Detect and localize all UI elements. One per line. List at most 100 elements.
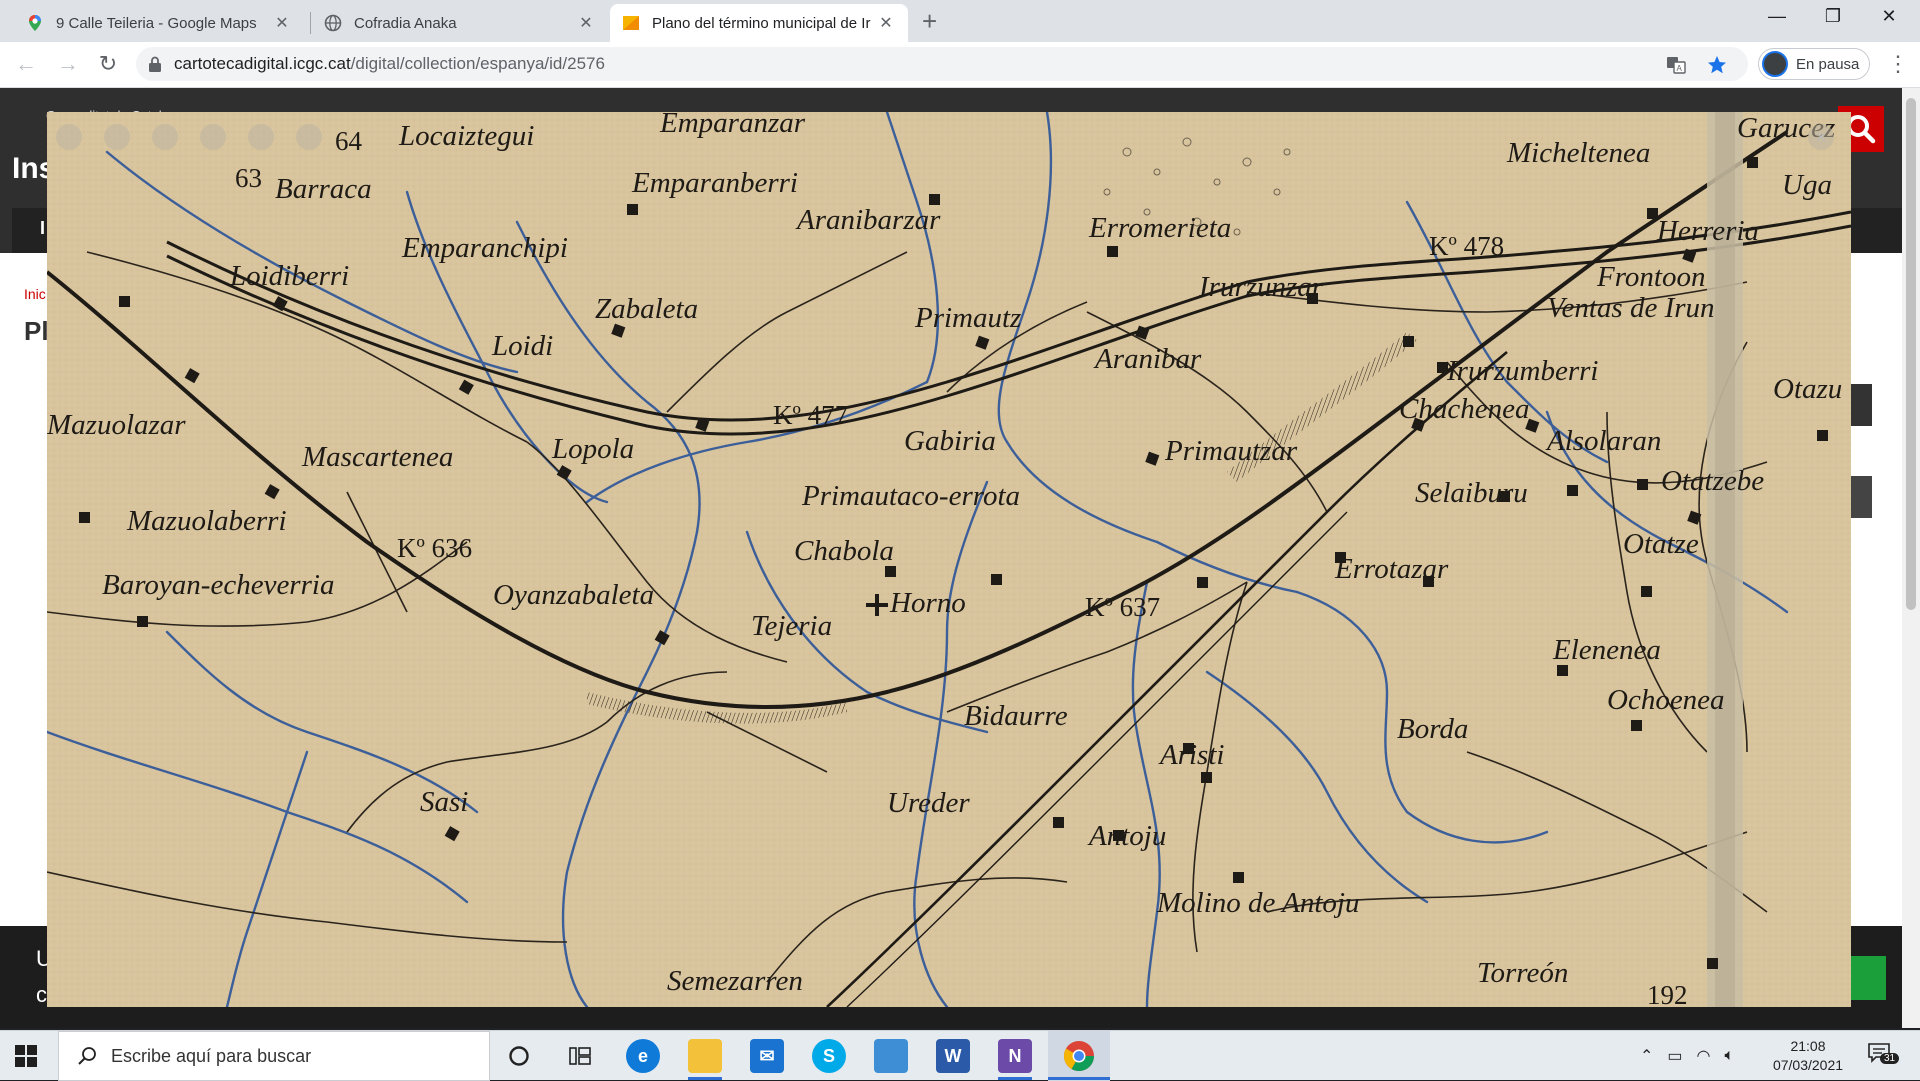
historic-map-image: Emparanzar Locaiztegui Barraca Emparanbe… (47, 112, 1851, 1007)
place-label: Ochoenea (1607, 684, 1725, 716)
nav-item[interactable]: I (40, 218, 45, 239)
place-label: Gabiria (904, 425, 996, 457)
place-label: Aranibar (1093, 343, 1202, 375)
close-icon[interactable]: ✕ (576, 13, 596, 33)
close-viewer-icon[interactable]: × (1808, 124, 1834, 150)
place-label: Baroyan-echeverria (102, 569, 334, 601)
meet-now-icon[interactable]: ▭ (1667, 1046, 1682, 1066)
km-marker: Kº 477 (773, 400, 848, 430)
place-label: Lopola (551, 433, 634, 465)
close-icon[interactable]: ✕ (272, 13, 292, 33)
new-tab-button[interactable]: + (922, 8, 937, 34)
place-label: Aristi (1158, 739, 1224, 771)
map-number: 192 (1647, 980, 1688, 1007)
cartoteca-icon (623, 16, 639, 30)
place-label: Barraca (275, 173, 372, 205)
forward-icon[interactable]: → (54, 50, 82, 78)
tab-google-maps[interactable]: 9 Calle Teileria - Google Maps ✕ (14, 4, 304, 42)
translate-icon[interactable]: A (1666, 55, 1686, 75)
file-explorer-icon[interactable] (688, 1039, 722, 1073)
profile-status: En pausa (1796, 55, 1860, 73)
place-label: Chachenea (1399, 393, 1529, 425)
bookmark-star-icon[interactable] (1706, 54, 1728, 76)
url-text: cartotecadigital.icgc.cat/digital/collec… (174, 54, 605, 74)
clock-date: 07/03/2021 (1772, 1057, 1844, 1073)
place-label: Antoju (1087, 820, 1166, 852)
clock[interactable]: 21:08 07/03/2021 (1768, 1037, 1848, 1075)
browser-toolbar: ← → ↻ cartotecadigital.icgc.cat/digital/… (0, 42, 1920, 88)
place-label: Mascartenea (301, 441, 453, 473)
notification-center-button[interactable]: 31 (1868, 1043, 1900, 1069)
scrollbar-thumb[interactable] (1906, 98, 1916, 610)
url-path: /digital/collection/espanya/id/2576 (350, 54, 605, 73)
address-bar[interactable]: cartotecadigital.icgc.cat/digital/collec… (136, 47, 1748, 81)
onenote-icon[interactable]: N (998, 1039, 1032, 1073)
place-label: Irurzumberri (1446, 355, 1598, 387)
place-label: Molino de Antoju (1156, 887, 1359, 919)
place-label: Emparanberri (631, 167, 798, 199)
page-scrollbar[interactable] (1902, 88, 1920, 1028)
menu-dots-icon[interactable]: ⋮ (1884, 50, 1912, 78)
cortana-icon[interactable] (508, 1045, 530, 1067)
task-view-icon[interactable] (568, 1045, 592, 1067)
windows-start-icon[interactable] (14, 1044, 38, 1068)
home-icon[interactable] (152, 124, 178, 150)
close-window-icon[interactable]: ✕ (1866, 6, 1912, 27)
tab-cofradia-anaka[interactable]: Cofradia Anaka ✕ (312, 4, 608, 42)
zoom-out-icon[interactable] (104, 124, 130, 150)
chevron-up-icon[interactable]: ⌃ (1640, 1046, 1653, 1066)
km-marker: Kº 637 (1085, 592, 1160, 622)
close-icon[interactable]: ✕ (876, 13, 896, 33)
accept-cookies-button[interactable] (1846, 956, 1886, 1000)
tab-strip: 9 Calle Teileria - Google Maps ✕ Cofradi… (0, 0, 1920, 42)
minimize-icon[interactable]: — (1754, 6, 1800, 27)
url-host: cartotecadigital.icgc.cat (174, 54, 351, 73)
globe-icon (324, 14, 342, 32)
profile-button[interactable]: En pausa (1758, 48, 1871, 80)
cookie-text: c (36, 982, 47, 1007)
edge-icon[interactable]: e (626, 1039, 660, 1073)
place-label: Ventas de Irun (1547, 292, 1715, 324)
word-icon[interactable]: W (936, 1039, 970, 1073)
place-label: Otatzebe (1661, 465, 1764, 497)
skype-icon[interactable]: S (812, 1039, 846, 1073)
clock-time: 21:08 (1790, 1038, 1826, 1054)
search-icon (78, 1047, 96, 1065)
place-label: Ureder (887, 787, 970, 819)
control-panel-icon[interactable] (874, 1039, 908, 1073)
search-placeholder: Escribe aquí para buscar (111, 1045, 312, 1066)
volume-icon[interactable]: 🔈︎ (1725, 1047, 1735, 1065)
map-number: 64 (335, 126, 363, 156)
system-tray: ⌃ ▭ ◠ 🔈︎ (1640, 1031, 1734, 1081)
place-label: Horno (889, 587, 966, 619)
zoom-in-icon[interactable] (56, 124, 82, 150)
place-label: Zabaleta (595, 293, 698, 325)
place-label: Loidi (491, 330, 553, 362)
tab-label: 9 Calle Teileria - Google Maps (56, 14, 257, 32)
place-label: Uga (1782, 169, 1832, 201)
taskbar-search-input[interactable]: Escribe aquí para buscar (58, 1031, 490, 1081)
tab-plano-termino[interactable]: Plano del término municipal de Ir ✕ (610, 4, 908, 42)
fullscreen-icon[interactable] (200, 124, 226, 150)
restore-icon[interactable]: ❐ (1810, 6, 1856, 27)
rotate-left-icon[interactable] (248, 124, 274, 150)
place-label: Primautz (914, 302, 1021, 334)
chrome-taskbar-active[interactable] (1048, 1031, 1110, 1081)
rotate-right-icon[interactable] (296, 124, 322, 150)
place-label: Sasi (420, 786, 468, 818)
place-label: Primautaco-errota (801, 480, 1020, 512)
place-label: Borda (1397, 713, 1468, 745)
back-icon[interactable]: ← (12, 50, 40, 78)
place-label: Aranibarzar (795, 204, 941, 236)
place-label: Torreón (1477, 957, 1568, 989)
place-label: Elenenea (1552, 634, 1661, 666)
place-label: Micheltenea (1506, 137, 1650, 169)
place-label: Tejeria (751, 610, 832, 642)
map-viewer[interactable]: Emparanzar Locaiztegui Barraca Emparanbe… (47, 112, 1851, 1007)
breadcrumb[interactable]: Inic (24, 286, 46, 302)
reload-icon[interactable]: ↻ (94, 50, 122, 78)
chrome-icon (1063, 1041, 1094, 1072)
tab-label: Plano del término municipal de Ir (652, 14, 871, 32)
wifi-icon[interactable]: ◠ (1697, 1046, 1711, 1066)
mail-icon[interactable]: ✉ (750, 1039, 784, 1073)
